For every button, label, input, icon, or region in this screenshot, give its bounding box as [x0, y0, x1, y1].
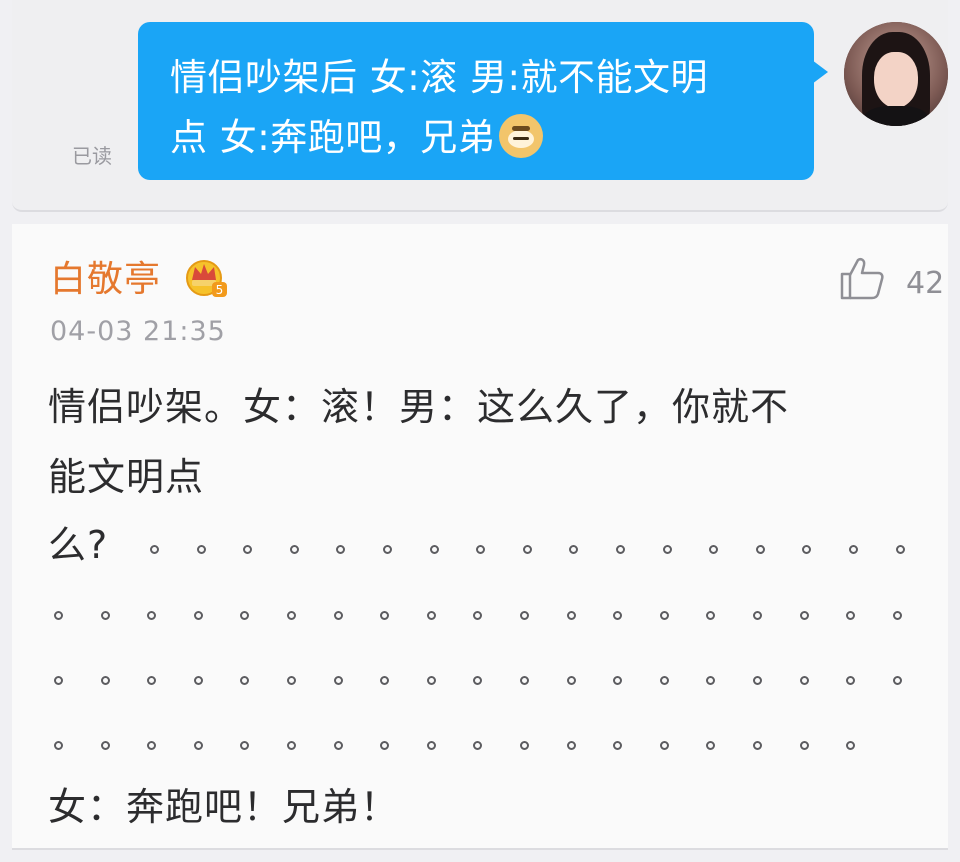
ellipsis-dot: [753, 741, 762, 750]
ellipsis-dot: [755, 545, 765, 554]
bubble-text-line-2-text: 点 女:奔跑吧，兄弟: [170, 116, 496, 159]
ellipsis-dot: [336, 545, 346, 554]
ellipsis-dot: [380, 741, 390, 750]
user-avatar-icon[interactable]: [844, 22, 948, 126]
ellipsis-dot: [287, 611, 296, 620]
ellipsis-dot: [287, 676, 296, 685]
ellipsis-dot: [892, 676, 902, 685]
ellipsis-dot: [753, 611, 762, 620]
comment-body-line-1: 情侣吵架。女：滚！男：这么久了，你就不: [48, 385, 790, 429]
ellipsis-dot: [662, 545, 672, 554]
ellipsis-dot: [895, 545, 905, 554]
ellipsis-dot: [100, 741, 110, 750]
ellipsis-dot: [333, 611, 343, 620]
comment-card: 白敬亭 5 42 04-03 21:35 情侣吵架。女：滚！男：这么久了，你就不…: [12, 224, 948, 850]
ellipsis-dot: [147, 676, 157, 685]
ellipsis-dot: [706, 611, 716, 620]
ellipsis-dot: [613, 676, 623, 685]
comment-timestamp: 04-03 21:35: [50, 316, 226, 347]
ellipsis-dot: [846, 676, 856, 685]
doge-emoji-icon: [499, 113, 544, 158]
ellipsis-dot: [100, 676, 110, 685]
ellipsis-dot: [240, 676, 250, 685]
ellipsis-dot: [287, 741, 296, 750]
ellipsis-dot: [426, 741, 436, 750]
ellipsis-dot: [380, 611, 390, 620]
ellipsis-dot: [659, 741, 669, 750]
ellipsis-dot: [846, 741, 856, 750]
bubble-text-line-1: 情侣吵架后 女:滚 男:就不能文明: [170, 56, 708, 99]
ellipsis-dot: [333, 676, 343, 685]
ellipsis-dot: [566, 676, 576, 685]
ellipsis-dot: [659, 676, 669, 685]
ellipsis-dot: [193, 741, 203, 750]
ellipsis-dot: [799, 741, 809, 750]
ellipsis-dot: [383, 545, 392, 554]
ellipsis-dot: [243, 545, 253, 554]
ellipsis-dot: [799, 611, 809, 620]
ellipsis-dot: [380, 676, 390, 685]
ellipsis-dot: [846, 611, 856, 620]
ellipsis-dot: [193, 611, 203, 620]
ellipsis-dot: [429, 545, 439, 554]
ellipsis-dot: [892, 611, 902, 620]
ellipsis-dot: [659, 611, 669, 620]
bubble-tail: [812, 60, 828, 84]
ellipsis-dot: [706, 741, 716, 750]
thumbs-up-icon[interactable]: [838, 254, 886, 302]
ellipsis-dot: [54, 611, 63, 620]
ellipsis-dot: [616, 545, 625, 554]
ellipsis-dot: [520, 676, 529, 685]
ellipsis-dot: [520, 741, 529, 750]
ellipsis-dot: [753, 676, 762, 685]
ellipsis-dot: [196, 545, 206, 554]
ellipsis-dot: [100, 611, 110, 620]
ellipsis-dot: [613, 741, 623, 750]
ellipsis-dot: [613, 611, 623, 620]
chat-bubble[interactable]: 情侣吵架后 女:滚 男:就不能文明 点 女:奔跑吧，兄弟: [138, 22, 814, 180]
ellipsis-dot: [849, 545, 858, 554]
like-count: 42: [906, 266, 945, 301]
ellipsis-dot: [240, 611, 250, 620]
ellipsis-dot: [240, 741, 250, 750]
ellipsis-dot: [150, 545, 159, 554]
ellipsis-dot: [566, 611, 576, 620]
ellipsis-dot: [569, 545, 579, 554]
badge-level: 5: [216, 283, 224, 297]
ellipsis-dot: [54, 676, 63, 685]
ellipsis-dot: [473, 741, 483, 750]
ellipsis-dot: [147, 741, 157, 750]
ellipsis-dot: [709, 545, 719, 554]
comment-body-line-2: 能文明点: [48, 455, 205, 499]
ellipsis-dot: [802, 545, 812, 554]
ellipsis-dot: [799, 676, 809, 685]
ellipsis-dot: [566, 741, 576, 750]
ellipsis-dot: [522, 545, 532, 554]
comment-body-line-3-text: 么?: [48, 523, 109, 567]
ellipsis-dot: [333, 741, 343, 750]
bubble-text-line-2: 点 女:奔跑吧，兄弟: [170, 108, 786, 168]
ellipsis-dot: [426, 611, 436, 620]
chat-message-area: 已读 情侣吵架后 女:滚 男:就不能文明 点 女:奔跑吧，兄弟: [12, 0, 948, 212]
ellipsis-dot: [426, 676, 436, 685]
ellipsis-dot: [520, 611, 529, 620]
ellipsis-dot: [289, 545, 299, 554]
comment-closing-line: 女：奔跑吧！兄弟！: [48, 785, 400, 829]
comment-body-line-3: 么?: [48, 514, 108, 569]
ellipsis-dot: [476, 545, 486, 554]
ellipsis-dot: [193, 676, 203, 685]
comment-username[interactable]: 白敬亭: [50, 250, 161, 302]
ellipsis-dot: [147, 611, 157, 620]
ellipsis-dot: [54, 741, 63, 750]
read-status: 已读: [72, 144, 112, 168]
ellipsis-dot: [473, 611, 483, 620]
crown-vip-badge-icon: 5: [186, 260, 227, 297]
ellipsis-dot: [473, 676, 483, 685]
ellipsis-dot: [706, 676, 716, 685]
